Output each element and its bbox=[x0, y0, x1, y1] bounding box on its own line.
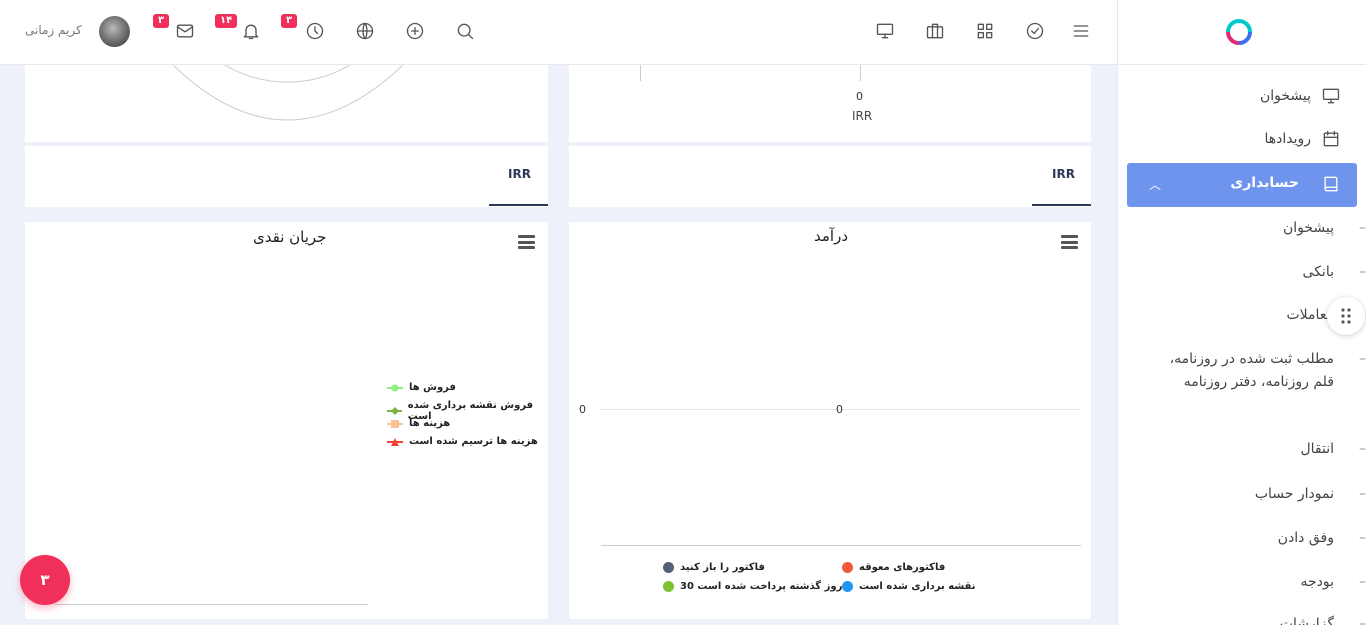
legend-line-diamond-icon bbox=[387, 407, 402, 415]
legend-item[interactable]: هزینه ها ترسیم شده است bbox=[387, 436, 538, 447]
sidebar-item-dashboard[interactable]: پیشخوان bbox=[1260, 86, 1341, 106]
user-name[interactable]: کریم زمانی bbox=[25, 23, 82, 37]
legend-line-circle-icon bbox=[387, 384, 403, 391]
mail-icon bbox=[176, 24, 194, 38]
sidebar-item-events[interactable]: رویدادها bbox=[1264, 129, 1341, 149]
chart-menu-button[interactable] bbox=[1061, 235, 1078, 252]
legend-item[interactable]: فاکتورهای معوقه bbox=[842, 562, 945, 573]
apps-button[interactable] bbox=[973, 18, 997, 44]
logo-icon[interactable] bbox=[1224, 17, 1254, 47]
history-button[interactable]: ۳ bbox=[281, 14, 327, 44]
calendar-icon bbox=[1323, 130, 1339, 147]
legend-dot-icon bbox=[663, 562, 674, 573]
income-chart-card: درآمد 0 0 فاکتورهای معوقه فاکتور را باز … bbox=[569, 222, 1091, 619]
top-left-card bbox=[25, 65, 548, 142]
pie-center-value: 0 bbox=[836, 403, 843, 416]
legend-item[interactable]: نقشه برداری شده است bbox=[842, 581, 975, 592]
legend-item[interactable]: روز گذشته پرداخت شده است 30 bbox=[663, 581, 842, 592]
menu-icon bbox=[1073, 25, 1089, 37]
plus-circle-icon bbox=[406, 22, 424, 40]
book-icon bbox=[1324, 176, 1338, 192]
legend-dot-icon bbox=[842, 581, 853, 592]
sidebar-item-label: پیشخوان bbox=[1259, 88, 1311, 104]
sidebar-subitem-chart-of-accounts[interactable]: – نمودار حساب bbox=[1255, 483, 1366, 506]
chart-title: جریان نقدی bbox=[253, 228, 327, 246]
sidebar-item-label: حسابداری bbox=[1230, 175, 1299, 191]
legend-item[interactable]: هزینه ها bbox=[387, 418, 450, 429]
chart-menu-button[interactable] bbox=[518, 235, 535, 252]
tab-irr-left[interactable]: IRR bbox=[508, 167, 531, 181]
tab-strip-left: IRR bbox=[25, 146, 548, 207]
sidebar-subitem-journal[interactable]: – مطلب ثبت شده در روزنامه، قلم روزنامه، د… bbox=[1169, 348, 1366, 394]
screen-button[interactable] bbox=[873, 18, 897, 44]
axis-zero-label: 0 bbox=[856, 90, 863, 103]
tab-strip-right: IRR bbox=[569, 146, 1091, 207]
top-right-card: 0 IRR bbox=[569, 65, 1091, 142]
sidebar-item-accounting[interactable]: حسابداری ︿ bbox=[1127, 163, 1357, 207]
check-circle-icon bbox=[1026, 22, 1044, 40]
axis-currency-label: IRR bbox=[852, 109, 873, 123]
tab-irr-right[interactable]: IRR bbox=[1052, 167, 1075, 181]
globe-icon bbox=[356, 22, 374, 40]
avatar[interactable] bbox=[99, 16, 130, 47]
legend-item[interactable]: فاکتور را باز کنید bbox=[663, 562, 765, 573]
chart-baseline bbox=[601, 545, 1081, 546]
search-button[interactable] bbox=[453, 18, 477, 44]
legend-item[interactable]: فروش ها bbox=[387, 382, 456, 393]
mail-badge: ۳ bbox=[153, 14, 170, 28]
chart-title: درآمد bbox=[814, 227, 848, 245]
monitor-icon bbox=[876, 23, 894, 39]
tasks-button[interactable] bbox=[1023, 18, 1047, 44]
add-button[interactable] bbox=[403, 18, 427, 44]
clock-icon bbox=[306, 22, 324, 40]
pie-outline bbox=[172, 65, 404, 121]
menu-toggle-button[interactable] bbox=[1069, 18, 1093, 44]
history-badge: ۳ bbox=[281, 14, 298, 28]
language-button[interactable] bbox=[353, 18, 377, 44]
bell-icon bbox=[243, 24, 259, 40]
mail-button[interactable]: ۳ bbox=[153, 14, 197, 44]
chart-baseline bbox=[55, 604, 368, 605]
briefcase-icon bbox=[926, 23, 944, 39]
legend-line-triangle-icon bbox=[387, 437, 403, 446]
notifications-badge: ۱۴ bbox=[215, 14, 238, 28]
monitor-icon bbox=[1322, 88, 1340, 104]
notifications-button[interactable]: ۱۴ bbox=[215, 14, 263, 44]
drag-handle[interactable] bbox=[1327, 297, 1365, 335]
y-axis-zero-label: 0 bbox=[579, 403, 586, 416]
legend-line-square-icon bbox=[387, 419, 403, 428]
chevron-up-icon: ︿ bbox=[1149, 178, 1162, 192]
cashflow-chart-card: جریان نقدی فروش ها فروش نقشه برداری شده … bbox=[25, 222, 548, 619]
legend-dot-icon bbox=[842, 562, 853, 573]
sidebar-subitem-dashboard[interactable]: – پیشخوان bbox=[1283, 217, 1366, 240]
briefcase-button[interactable] bbox=[923, 18, 947, 44]
legend-dot-icon bbox=[663, 581, 674, 592]
sidebar-subitem-transfer[interactable]: – انتقال bbox=[1300, 438, 1366, 461]
grid-icon bbox=[977, 23, 993, 39]
notifications-fab[interactable]: ۳ bbox=[20, 555, 70, 605]
sidebar-subitem-banking[interactable]: – بانکی bbox=[1303, 261, 1366, 284]
grip-icon bbox=[1341, 308, 1351, 324]
logo-area bbox=[1118, 0, 1366, 65]
top-header: کریم زمانی ۳ ۱۴ ۳ bbox=[0, 0, 1117, 65]
sidebar-subitem-budget[interactable]: – بودجه bbox=[1300, 571, 1366, 594]
sidebar-subitem-reports[interactable]: – گزارشات bbox=[1280, 613, 1366, 625]
sidebar-subitem-reconcile[interactable]: – وفق دادن bbox=[1278, 527, 1366, 550]
sidebar-item-label: رویدادها bbox=[1264, 131, 1311, 147]
search-icon bbox=[457, 23, 474, 40]
